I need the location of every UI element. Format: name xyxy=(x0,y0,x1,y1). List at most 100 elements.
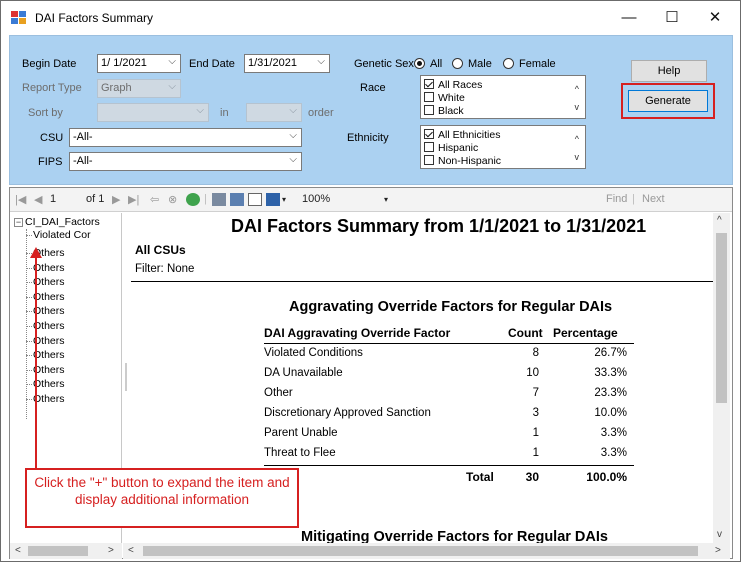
scroll-thumb[interactable] xyxy=(716,233,727,403)
fips-select[interactable]: -All- ⌵ xyxy=(69,152,302,171)
row-factor: DA Unavailable xyxy=(264,367,343,379)
chevron-down-icon: ⌵ xyxy=(317,56,325,67)
minimize-icon: — xyxy=(621,9,637,26)
fips-value: -All- xyxy=(73,155,93,167)
title-bar: DAI Factors Summary — ☐ ✕ xyxy=(1,1,740,35)
next-link[interactable]: Next xyxy=(642,193,665,205)
csu-select[interactable]: -All- ⌵ xyxy=(69,128,302,147)
tree-item[interactable]: Others xyxy=(33,335,65,347)
scroll-left-icon[interactable]: < xyxy=(15,545,21,556)
scroll-right-icon[interactable]: > xyxy=(108,545,114,556)
docmap-horizontal-scrollbar[interactable]: < > xyxy=(10,543,122,559)
tree-item[interactable]: Others xyxy=(33,320,65,332)
scroll-down-icon[interactable]: v xyxy=(575,152,580,162)
radio-sex-female[interactable] xyxy=(503,58,514,69)
radio-sex-male[interactable] xyxy=(452,58,463,69)
scroll-left-icon[interactable]: < xyxy=(128,545,134,556)
callout-arrow-line xyxy=(35,256,37,468)
row-percentage: 3.3% xyxy=(600,427,627,439)
ethnicity-item-all[interactable]: All Ethnicities xyxy=(424,129,500,141)
tree-item[interactable]: Others xyxy=(33,378,65,390)
scroll-right-icon[interactable]: > xyxy=(715,545,721,556)
race-item-all[interactable]: All Races xyxy=(424,79,482,91)
first-page-icon[interactable]: |◀ xyxy=(15,193,26,206)
zoom-dropdown-icon[interactable]: ▾ xyxy=(384,195,388,204)
row-count: 7 xyxy=(532,387,539,399)
tree-item[interactable]: Others xyxy=(33,349,65,361)
last-page-icon[interactable]: ▶| xyxy=(128,193,139,206)
zoom-select[interactable]: 100% xyxy=(302,193,330,205)
sort-order-select[interactable]: ⌵ xyxy=(246,103,302,122)
begin-date-picker[interactable]: 1/ 1/2021 ⌵ xyxy=(97,54,181,73)
prev-page-icon[interactable]: ◀ xyxy=(34,193,42,206)
stop-icon[interactable]: ⊗ xyxy=(168,193,177,206)
tree-root[interactable]: CI_DAI_Factors xyxy=(25,216,100,228)
page-setup-icon[interactable] xyxy=(248,193,262,206)
report-horizontal-scrollbar[interactable]: < > xyxy=(123,543,730,559)
print-layout-icon[interactable] xyxy=(230,193,244,206)
maximize-button[interactable]: ☐ xyxy=(652,6,692,30)
scroll-up-icon[interactable]: ^ xyxy=(717,215,722,226)
scroll-up-icon[interactable]: ^ xyxy=(575,134,579,144)
row-factor: Parent Unable xyxy=(264,427,338,439)
ethnicity-listbox[interactable]: All Ethnicities Hispanic Non-Hispanic ^ … xyxy=(420,125,586,169)
row-count: 3 xyxy=(532,407,539,419)
tree-item[interactable]: Others xyxy=(33,276,65,288)
tree-item[interactable]: Others xyxy=(33,364,65,376)
report-type-select[interactable]: Graph ⌵ xyxy=(97,79,181,98)
row-count: 1 xyxy=(532,447,539,459)
minimize-button[interactable]: — xyxy=(609,6,649,30)
toolbar-separator: | xyxy=(204,193,207,205)
chevron-down-icon: ⌵ xyxy=(289,105,297,116)
chevron-down-icon: ⌵ xyxy=(168,81,176,92)
ethnicity-item-non-hispanic[interactable]: Non-Hispanic xyxy=(424,155,501,167)
scroll-thumb[interactable] xyxy=(28,546,88,556)
csu-heading: All CSUs xyxy=(135,243,186,257)
collapse-button[interactable]: − xyxy=(14,218,23,227)
row-factor: Discretionary Approved Sanction xyxy=(264,407,431,419)
radio-sex-all[interactable] xyxy=(414,58,425,69)
export-dropdown-icon[interactable]: ▾ xyxy=(282,195,286,204)
back-icon[interactable]: ⇦ xyxy=(150,193,159,206)
print-icon[interactable] xyxy=(212,193,226,206)
sort-by-select[interactable]: ⌵ xyxy=(97,103,209,122)
column-header-count: Count xyxy=(508,326,543,340)
scroll-down-icon[interactable]: v xyxy=(717,529,722,540)
checkbox-icon xyxy=(424,155,434,165)
section-title-aggravating: Aggravating Override Factors for Regular… xyxy=(289,299,613,315)
help-button[interactable]: Help xyxy=(631,60,707,82)
row-percentage: 23.3% xyxy=(594,387,627,399)
export-icon[interactable] xyxy=(266,193,280,206)
chevron-down-icon: ⌵ xyxy=(289,130,297,141)
next-page-icon[interactable]: ▶ xyxy=(112,193,120,206)
chevron-down-icon: ⌵ xyxy=(196,105,204,116)
ethnicity-item-hispanic[interactable]: Hispanic xyxy=(424,142,478,154)
find-link[interactable]: Find xyxy=(606,193,627,205)
checkbox-icon xyxy=(424,142,434,152)
race-item-white[interactable]: White xyxy=(424,92,465,104)
tree-connector xyxy=(26,229,27,419)
close-button[interactable]: ✕ xyxy=(695,6,735,30)
tree-item[interactable]: Others xyxy=(33,393,65,405)
scroll-thumb[interactable] xyxy=(143,546,698,556)
tree-item[interactable]: Others xyxy=(33,262,65,274)
race-listbox[interactable]: All Races White Black ^ v xyxy=(420,75,586,119)
end-date-picker[interactable]: 1/31/2021 ⌵ xyxy=(244,54,330,73)
begin-date-label: Begin Date xyxy=(22,58,77,70)
genetic-sex-label: Genetic Sex xyxy=(354,58,414,70)
tree-item[interactable]: Others xyxy=(33,305,65,317)
race-item-black[interactable]: Black xyxy=(424,105,464,117)
tree-item[interactable]: Others xyxy=(33,291,65,303)
refresh-icon[interactable] xyxy=(186,193,200,206)
generate-button[interactable]: Generate xyxy=(628,90,708,112)
total-percentage: 100.0% xyxy=(586,470,627,484)
tree-item[interactable]: Violated Cor xyxy=(33,229,91,241)
find-separator: | xyxy=(632,193,635,205)
race-label: Race xyxy=(360,82,386,94)
page-number-input[interactable]: 1 xyxy=(50,193,56,205)
row-count: 10 xyxy=(526,367,539,379)
scroll-down-icon[interactable]: v xyxy=(575,102,580,112)
close-icon: ✕ xyxy=(708,9,722,26)
vertical-scrollbar[interactable]: ^ v xyxy=(713,213,730,543)
scroll-up-icon[interactable]: ^ xyxy=(575,84,579,94)
